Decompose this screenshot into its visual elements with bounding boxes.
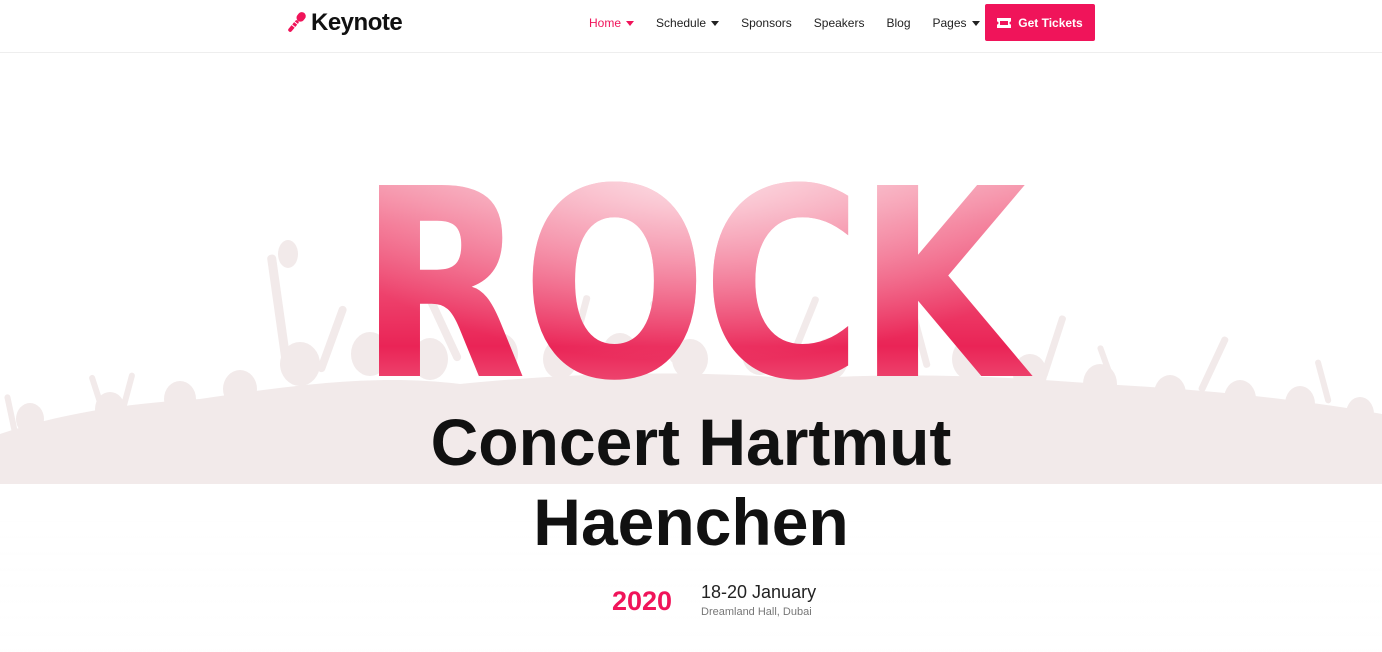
nav-item-schedule[interactable]: Schedule (645, 16, 730, 30)
site-header: Keynote Home Schedule Sponsors Speakers … (0, 0, 1382, 53)
main-nav: Home Schedule Sponsors Speakers Blog Pag… (578, 0, 991, 46)
caret-down-icon (711, 21, 720, 26)
nav-item-blog[interactable]: Blog (875, 16, 921, 30)
nav-item-label: Pages (932, 16, 967, 30)
nav-item-label: Schedule (656, 16, 707, 30)
nav-item-label: Sponsors (741, 16, 792, 30)
concert-title: Concert Hartmut Haenchen (0, 402, 1382, 562)
caret-down-icon (626, 21, 635, 26)
event-year: 2020 (612, 586, 673, 616)
brand-name: Keynote (311, 9, 403, 36)
get-tickets-button[interactable]: Get Tickets (985, 4, 1095, 41)
caret-down-icon (971, 21, 980, 26)
logo[interactable]: Keynote (284, 8, 403, 38)
concert-title-line1: Concert Hartmut (430, 405, 952, 479)
ticket-icon (997, 17, 1012, 28)
nav-item-speakers[interactable]: Speakers (803, 16, 876, 30)
nav-item-label: Home (589, 16, 622, 30)
rock-headline-glow: ROCK (359, 133, 1034, 404)
hero-section: ROCK ROCK Concert Hartmut Haenchen 2020 … (0, 54, 1382, 652)
event-dates: 18-20 January (701, 582, 817, 602)
event-venue: Dreamland Hall, Dubai (701, 606, 812, 618)
nav-item-label: Blog (886, 16, 911, 30)
nav-item-label: Speakers (813, 16, 865, 30)
get-tickets-label: Get Tickets (1018, 15, 1083, 30)
rock-headline: ROCK ROCK (359, 133, 1040, 404)
nav-item-sponsors[interactable]: Sponsors (730, 16, 803, 30)
nav-item-home[interactable]: Home (578, 16, 645, 30)
nav-item-pages[interactable]: Pages (922, 16, 991, 30)
concert-title-line2: Haenchen (533, 485, 849, 559)
microphone-icon (288, 12, 306, 32)
